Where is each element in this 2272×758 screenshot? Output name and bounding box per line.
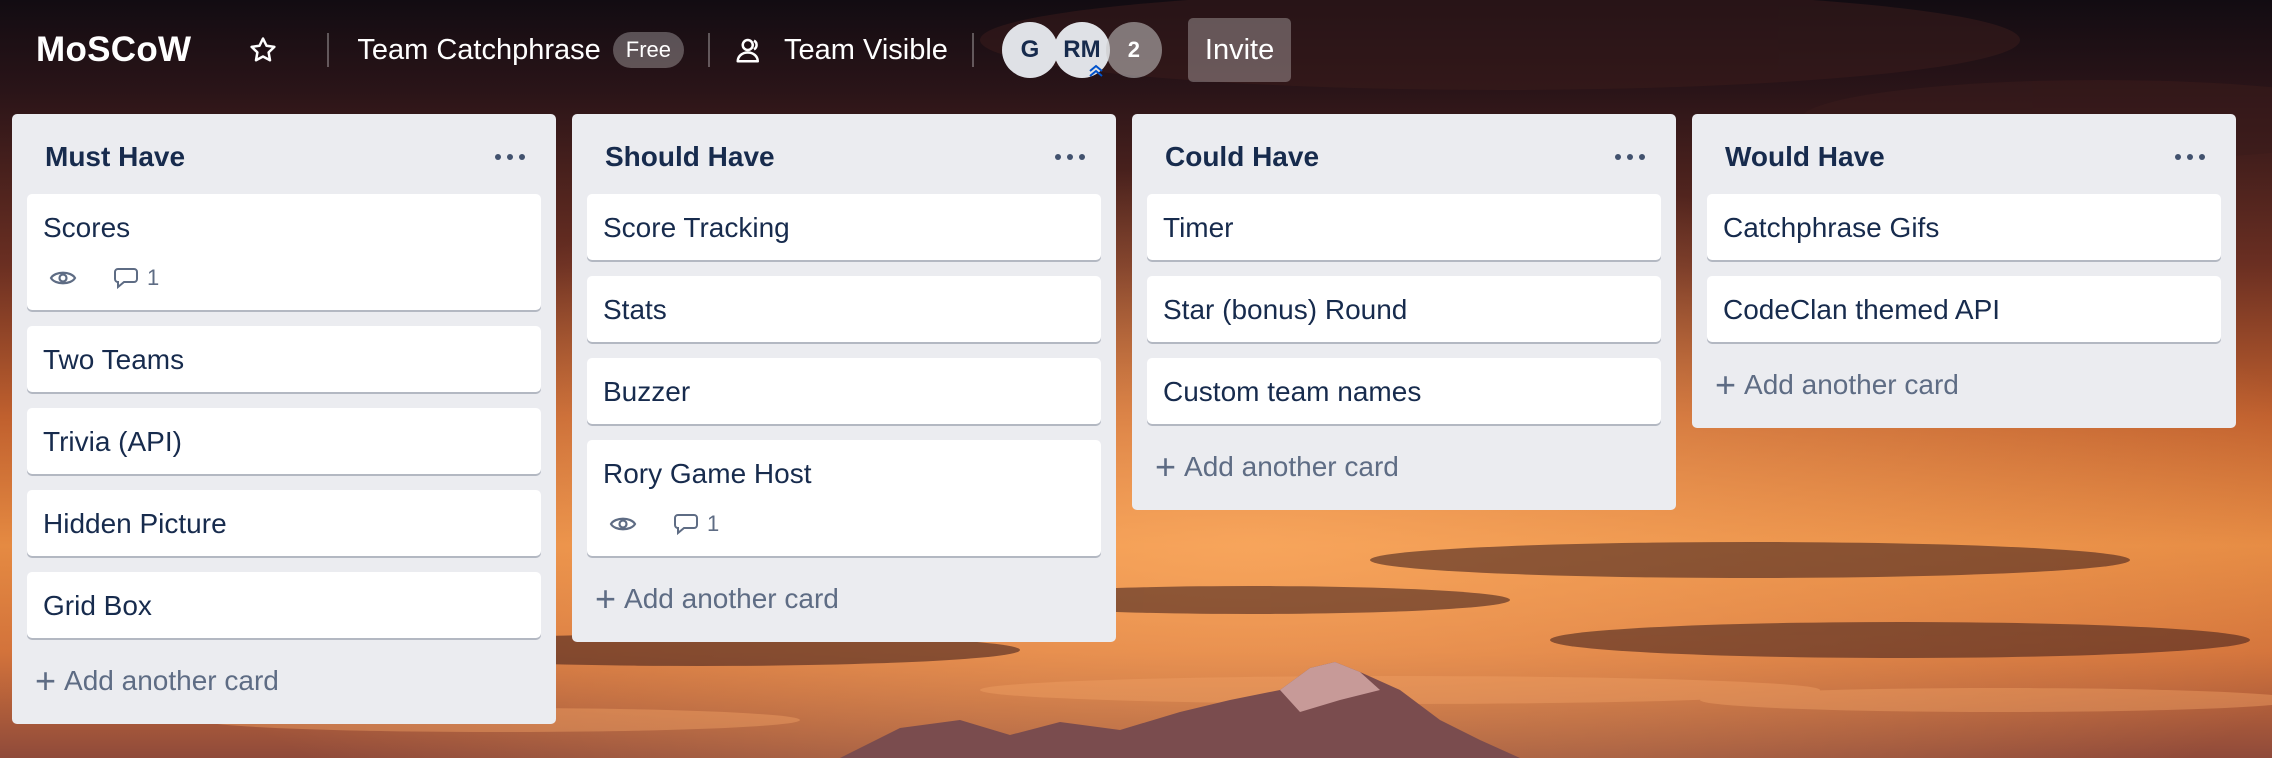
card[interactable]: Rory Game Host 1 <box>587 440 1101 556</box>
card-title: Buzzer <box>603 376 691 407</box>
avatar-initials: RM <box>1063 36 1101 63</box>
card[interactable]: Two Teams <box>27 326 541 392</box>
card[interactable]: Scores 1 <box>27 194 541 310</box>
add-card-label: Add another card <box>1184 451 1399 482</box>
plus-icon: + <box>35 660 57 701</box>
card[interactable]: Score Tracking <box>587 194 1101 260</box>
list-header: Could Have <box>1147 114 1661 194</box>
card[interactable]: Custom team names <box>1147 358 1661 424</box>
card-badges: 1 <box>609 508 1085 540</box>
card[interactable]: Star (bonus) Round <box>1147 276 1661 342</box>
list-header: Should Have <box>587 114 1101 194</box>
list-title[interactable]: Could Have <box>1165 141 1319 173</box>
card-title: Scores <box>43 212 131 243</box>
board-header: MoSCoW Team Catchphrase Free Team Visibl… <box>0 0 2272 100</box>
list-title[interactable]: Would Have <box>1725 141 1885 173</box>
add-card-button[interactable]: + Add another card <box>587 568 1101 630</box>
comment-icon <box>674 514 698 535</box>
more-icon[interactable] <box>1615 147 1645 167</box>
watch-badge <box>609 514 645 534</box>
visibility-button[interactable]: Team Visible <box>734 34 948 67</box>
card-badges: 1 <box>49 262 525 294</box>
add-card-label: Add another card <box>1744 369 1959 400</box>
card-title: Two Teams <box>43 344 185 375</box>
star-icon <box>250 37 276 62</box>
comment-icon <box>114 268 138 289</box>
avatar[interactable]: RM <box>1053 22 1110 78</box>
eye-icon <box>609 517 637 531</box>
add-card-label: Add another card <box>624 583 839 614</box>
plan-badge: Free <box>612 32 685 68</box>
card-title: Score Tracking <box>603 212 790 243</box>
card[interactable]: CodeClan themed API <box>1707 276 2221 342</box>
card-title: Star (bonus) Round <box>1163 294 1408 325</box>
comment-count: 1 <box>707 511 720 536</box>
list-could-have: Could Have Timer Star (bonus) Round Cust… <box>1132 114 1676 510</box>
card-title: Stats <box>603 294 667 325</box>
more-icon[interactable] <box>495 147 525 167</box>
list-must-have: Must Have Scores 1 Two Teams Trivia (API… <box>12 114 556 724</box>
list-header: Would Have <box>1707 114 2221 194</box>
card[interactable]: Timer <box>1147 194 1661 260</box>
comment-badge: 1 <box>113 262 159 294</box>
header-divider <box>327 33 330 67</box>
add-card-label: Add another card <box>64 665 279 696</box>
card-title: Catchphrase Gifs <box>1723 212 1940 243</box>
add-card-button[interactable]: + Add another card <box>27 650 541 712</box>
card-title: Rory Game Host <box>603 458 812 489</box>
card[interactable]: Stats <box>587 276 1101 342</box>
team-name: Team Catchphrase <box>357 33 601 66</box>
list-should-have: Should Have Score Tracking Stats Buzzer … <box>572 114 1116 642</box>
board-members: G RM 2 <box>1001 22 1162 78</box>
card-title: Timer <box>1163 212 1234 243</box>
header-divider <box>708 33 711 67</box>
card-title: Trivia (API) <box>43 426 182 457</box>
card[interactable]: Trivia (API) <box>27 408 541 474</box>
board-lists: Must Have Scores 1 Two Teams Trivia (API… <box>12 114 2252 724</box>
team-button[interactable]: Team Catchphrase Free <box>353 32 685 68</box>
more-icon[interactable] <box>1055 147 1085 167</box>
card-title: Custom team names <box>1163 376 1422 407</box>
watch-badge <box>49 268 85 288</box>
comment-count: 1 <box>147 265 160 290</box>
card[interactable]: Grid Box <box>27 572 541 638</box>
eye-icon <box>49 271 77 285</box>
card[interactable]: Hidden Picture <box>27 490 541 556</box>
card[interactable]: Catchphrase Gifs <box>1707 194 2221 260</box>
more-icon[interactable] <box>2175 147 2205 167</box>
plus-icon: + <box>1155 446 1177 487</box>
list-would-have: Would Have Catchphrase Gifs CodeClan the… <box>1692 114 2236 428</box>
invite-button[interactable]: Invite <box>1187 18 1292 82</box>
list-header: Must Have <box>27 114 541 194</box>
card[interactable]: Buzzer <box>587 358 1101 424</box>
visibility-label: Team Visible <box>784 33 948 66</box>
more-members-count[interactable]: 2 <box>1105 22 1162 78</box>
board-title[interactable]: MoSCoW <box>36 30 191 70</box>
admin-chevron-icon <box>1089 64 1103 77</box>
list-title[interactable]: Must Have <box>45 141 185 173</box>
list-title[interactable]: Should Have <box>605 141 775 173</box>
avatar[interactable]: G <box>1001 22 1058 78</box>
add-card-button[interactable]: + Add another card <box>1707 354 2221 416</box>
team-visible-icon <box>736 38 760 63</box>
header-divider <box>971 33 974 67</box>
plus-icon: + <box>1715 364 1737 405</box>
card-title: CodeClan themed API <box>1723 294 2001 325</box>
star-button[interactable] <box>243 30 283 70</box>
add-card-button[interactable]: + Add another card <box>1147 436 1661 498</box>
comment-badge: 1 <box>673 508 719 540</box>
card-title: Hidden Picture <box>43 508 227 539</box>
plus-icon: + <box>595 578 617 619</box>
card-title: Grid Box <box>43 590 152 621</box>
